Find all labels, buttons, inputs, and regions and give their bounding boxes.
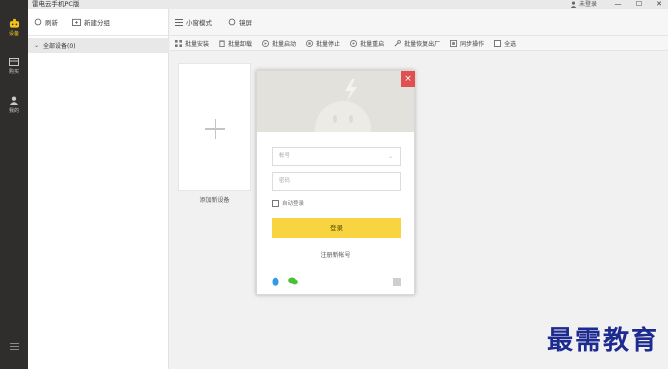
batch-start-button[interactable]: 批量启动 xyxy=(262,39,296,48)
sidebar-menu-button[interactable] xyxy=(0,343,28,352)
new-group-label: 新建分组 xyxy=(84,19,110,27)
password-placeholder: 密码 xyxy=(279,178,291,184)
batch-restart-label: 批量重启 xyxy=(360,40,385,48)
view-toolbar: 小窗模式 镜屏 xyxy=(170,9,668,36)
sync-screen-label: 镜屏 xyxy=(239,19,252,27)
batch-restart-button[interactable]: 批量重启 xyxy=(350,39,384,48)
maximize-button[interactable]: ☐ xyxy=(632,0,646,9)
batch-toolbar: 批量安装 批量卸载 批量启动 批量停止 批量重启 批量恢复出厂 同步操作 全选 xyxy=(170,36,668,51)
batch-uninstall-button[interactable]: 批量卸载 xyxy=(219,39,252,48)
group-panel: 刷新 新建分组 ⌄ 全部设备(0) xyxy=(28,9,169,369)
login-banner xyxy=(257,71,414,132)
select-all-checkbox[interactable]: 全选 xyxy=(494,39,516,48)
sidebar-item-device[interactable]: 设备 xyxy=(0,18,28,37)
grid-icon xyxy=(175,39,182,47)
trash-icon xyxy=(219,39,225,47)
minimize-button[interactable]: — xyxy=(611,0,625,9)
wechat-login-icon[interactable] xyxy=(288,277,298,288)
checkbox-box xyxy=(272,199,279,207)
list-icon xyxy=(175,18,183,26)
refresh-label: 刷新 xyxy=(45,19,58,27)
login-button[interactable]: 登录 xyxy=(272,218,401,238)
sync-operation-button[interactable]: 同步操作 xyxy=(450,39,484,48)
refresh-button[interactable]: 刷新 xyxy=(34,17,58,27)
qq-login-icon[interactable] xyxy=(272,277,279,289)
group-item-all-devices[interactable]: ⌄ 全部设备(0) xyxy=(28,38,169,53)
lightning-mascot-icon xyxy=(315,79,371,132)
batch-start-label: 批量启动 xyxy=(272,40,297,48)
password-field[interactable]: 密码 xyxy=(272,172,401,191)
batch-factory-reset-button[interactable]: 批量恢复出厂 xyxy=(394,39,440,48)
group-item-label: 全部设备(0) xyxy=(43,43,76,50)
account-placeholder: 帐号 xyxy=(279,153,291,159)
title-bar: 雷电云手机PC版 未登录 — ☐ ✕ xyxy=(0,0,668,9)
select-all-label: 全选 xyxy=(504,40,517,48)
add-device-label: 添加新设备 xyxy=(199,197,230,204)
sync-operation-label: 同步操作 xyxy=(460,40,485,48)
play-icon xyxy=(262,39,270,47)
sidebar-item-label: 我的 xyxy=(8,108,19,114)
cart-icon xyxy=(9,58,19,66)
account-field[interactable]: 帐号 ⌄ xyxy=(272,147,401,166)
batch-stop-label: 批量停止 xyxy=(316,40,341,48)
login-dialog: × 帐号 ⌄ 密码 自动登录 登录 注册新帐号 xyxy=(256,70,415,295)
plus-icon-vertical xyxy=(214,119,216,139)
batch-uninstall-label: 批量卸载 xyxy=(228,40,253,48)
small-window-mode-button[interactable]: 小窗模式 xyxy=(175,17,212,27)
close-window-button[interactable]: ✕ xyxy=(652,0,666,9)
batch-factory-reset-label: 批量恢复出厂 xyxy=(404,40,441,48)
sidebar-item-label: 购买 xyxy=(8,69,19,75)
folder-plus-icon xyxy=(72,18,81,26)
restart-icon xyxy=(350,39,358,47)
device-icon xyxy=(9,18,19,28)
add-device-card[interactable] xyxy=(178,63,251,191)
menu-icon xyxy=(9,343,19,350)
sidebar-item-label: 设备 xyxy=(8,31,19,37)
checkbox-box xyxy=(494,39,502,47)
qq-icon xyxy=(272,277,279,286)
user-icon xyxy=(570,1,577,8)
wrench-icon xyxy=(394,39,401,46)
batch-stop-button[interactable]: 批量停止 xyxy=(306,39,340,48)
wechat-icon xyxy=(288,277,298,285)
sidebar-item-mine[interactable]: 我的 xyxy=(0,96,28,114)
close-icon[interactable]: × xyxy=(401,71,415,87)
left-sidebar: 设备 购买 我的 xyxy=(0,0,28,369)
stop-icon xyxy=(306,39,314,47)
user-status-label: 未登录 xyxy=(579,1,598,8)
batch-install-label: 批量安装 xyxy=(185,40,210,48)
watermark-text: 最需教育 xyxy=(547,326,660,356)
auto-login-checkbox[interactable]: 自动登录 xyxy=(272,199,304,207)
register-link[interactable]: 注册新帐号 xyxy=(257,250,414,259)
new-group-button[interactable]: 新建分组 xyxy=(72,17,110,27)
chevron-down-icon[interactable]: ⌄ xyxy=(388,148,393,165)
window-title: 雷电云手机PC版 xyxy=(32,0,80,8)
auto-login-label: 自动登录 xyxy=(282,201,305,207)
user-icon xyxy=(9,96,19,105)
login-status[interactable]: 未登录 xyxy=(570,0,597,9)
qr-code-icon[interactable] xyxy=(393,278,401,286)
sync-screen-button[interactable]: 镜屏 xyxy=(228,17,252,27)
batch-install-button[interactable]: 批量安装 xyxy=(175,39,209,48)
small-window-mode-label: 小窗模式 xyxy=(186,19,212,27)
chevron-down-icon: ⌄ xyxy=(34,42,40,49)
sidebar-item-buy[interactable]: 购买 xyxy=(0,58,28,75)
sync-icon xyxy=(450,39,458,47)
refresh-icon xyxy=(34,18,42,26)
group-toolbar: 刷新 新建分组 xyxy=(28,9,168,36)
refresh-icon xyxy=(228,18,236,26)
